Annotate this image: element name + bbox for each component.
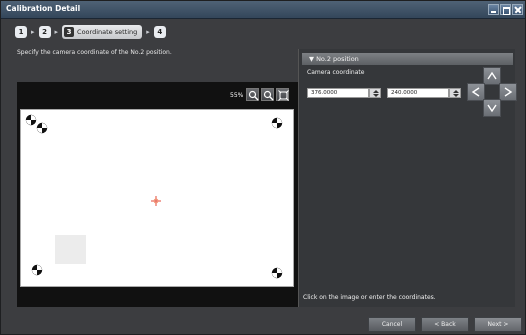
fit-frame-icon bbox=[278, 90, 289, 101]
step-indicator: 1 ▸ 2 ▸ 3 Coordinate setting ▸ 4 bbox=[15, 25, 166, 39]
hint-text: Click on the image or enter the coordina… bbox=[303, 294, 436, 301]
position-panel-header[interactable]: ▼ No.2 position bbox=[302, 53, 513, 65]
camera-x-spinner[interactable] bbox=[369, 88, 381, 98]
cancel-button[interactable]: Cancel bbox=[368, 317, 416, 332]
zoom-level: 55% bbox=[230, 92, 244, 99]
step-4[interactable]: 4 bbox=[153, 26, 166, 38]
instruction-text: Specify the camera coordinate of the No.… bbox=[17, 49, 172, 56]
chevron-down-icon bbox=[487, 104, 497, 113]
calibration-target-icon bbox=[271, 117, 283, 129]
move-down-button[interactable] bbox=[483, 99, 501, 117]
chevron-up-icon bbox=[487, 71, 497, 80]
step-arrow-icon: ▸ bbox=[146, 28, 150, 36]
chevron-right-icon bbox=[504, 87, 513, 97]
step-1[interactable]: 1 bbox=[15, 26, 27, 38]
calibration-detail-window: Calibration Detail 1 ▸ 2 ▸ 3 Coordinate … bbox=[0, 0, 526, 335]
title-bar: Calibration Detail bbox=[1, 1, 525, 19]
back-button[interactable]: < Back bbox=[421, 317, 469, 332]
calibration-target-icon bbox=[36, 122, 48, 134]
camera-y-spinner[interactable] bbox=[449, 88, 461, 98]
close-button[interactable] bbox=[512, 4, 523, 15]
fit-to-window-button[interactable] bbox=[276, 88, 289, 101]
chevron-left-icon bbox=[471, 87, 480, 97]
magnifier-minus-icon bbox=[263, 90, 274, 101]
maximize-button[interactable] bbox=[500, 4, 511, 15]
camera-coordinate-label: Camera coordinate bbox=[307, 69, 365, 76]
next-button[interactable]: Next > bbox=[474, 317, 522, 332]
calibration-target-icon bbox=[31, 264, 43, 276]
crosshair-marker-icon bbox=[150, 192, 162, 206]
minimize-button[interactable] bbox=[488, 4, 499, 15]
step-2[interactable]: 2 bbox=[38, 26, 51, 38]
camera-x-input[interactable]: 376.0000 bbox=[307, 88, 369, 98]
zoom-out-button[interactable] bbox=[261, 88, 274, 101]
step-arrow-icon: ▸ bbox=[54, 28, 59, 36]
calibration-target-icon bbox=[271, 267, 283, 279]
camera-y-input[interactable]: 240.0000 bbox=[387, 88, 449, 98]
step-arrow-icon: ▸ bbox=[31, 28, 35, 36]
step-3-current[interactable]: 3 Coordinate setting bbox=[62, 25, 143, 39]
step-3-label: Coordinate setting bbox=[77, 28, 138, 36]
image-spot bbox=[55, 235, 86, 264]
move-right-button[interactable] bbox=[499, 83, 517, 101]
position-panel-title: ▼ No.2 position bbox=[309, 55, 359, 63]
step-3-number: 3 bbox=[64, 27, 75, 37]
magnifier-plus-icon bbox=[248, 90, 259, 101]
zoom-in-button[interactable] bbox=[246, 88, 259, 101]
window-title: Calibration Detail bbox=[6, 4, 81, 13]
